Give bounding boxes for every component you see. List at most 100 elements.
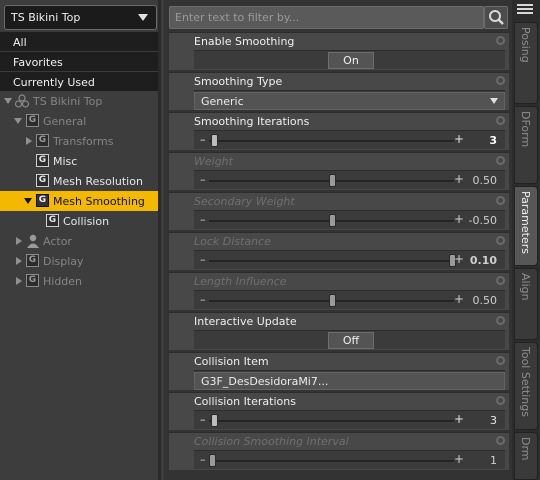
tab-dform[interactable]: DForm xyxy=(514,106,538,184)
pane-menu-icon[interactable] xyxy=(517,4,533,16)
gear-icon[interactable] xyxy=(496,436,505,445)
node-selector-dropdown[interactable]: TS Bikini Top xyxy=(4,5,157,30)
tree-item-hidden[interactable]: G Hidden xyxy=(0,271,158,291)
slider-track[interactable] xyxy=(209,260,454,262)
gear-icon[interactable] xyxy=(496,156,505,165)
decrement-button[interactable]: – xyxy=(200,413,206,426)
increment-button[interactable]: + xyxy=(454,292,464,306)
increment-button[interactable]: + xyxy=(454,252,464,266)
expand-icon[interactable] xyxy=(16,277,22,285)
interactive-update-toggle[interactable]: Off xyxy=(328,332,374,349)
tab-parameters[interactable]: Parameters xyxy=(514,186,538,266)
tree-item-misc[interactable]: G Misc xyxy=(0,151,158,171)
expand-icon[interactable] xyxy=(14,118,22,124)
tab-label: Align xyxy=(519,273,532,301)
tree-item-transforms[interactable]: G Transforms xyxy=(0,131,158,151)
tree-item-actor[interactable]: Actor xyxy=(0,231,158,251)
filter-search-input[interactable]: Enter text to filter by... xyxy=(169,6,484,29)
slider-thumb[interactable] xyxy=(329,294,336,307)
slider-thumb[interactable] xyxy=(211,414,219,427)
slider-thumb[interactable] xyxy=(211,134,219,147)
param-value[interactable]: -0.50 xyxy=(469,214,497,227)
tree-item-root[interactable]: TS Bikini Top xyxy=(0,91,158,111)
param-collision-smoothing-interval: Collision Smoothing Interval – + 1 xyxy=(169,432,509,470)
slider-thumb[interactable] xyxy=(329,214,336,227)
slider-track[interactable] xyxy=(209,420,454,422)
smoothing-type-select[interactable]: Generic xyxy=(194,92,505,110)
param-label: Weight xyxy=(194,155,233,168)
tab-posing[interactable]: Posing xyxy=(514,22,538,104)
group-icon: G xyxy=(26,254,39,267)
group-icon: G xyxy=(26,274,39,287)
tree-item-label: Misc xyxy=(53,155,78,168)
tree-item-general[interactable]: G General xyxy=(0,111,158,131)
group-icon: G xyxy=(36,134,49,147)
tab-tool-settings[interactable]: Tool Settings xyxy=(514,342,538,430)
param-enable-smoothing: Enable Smoothing On xyxy=(169,32,509,70)
gear-icon[interactable] xyxy=(496,236,505,245)
tree-item-display[interactable]: G Display xyxy=(0,251,158,271)
parameters-list: Enter text to filter by... Enable Smooth… xyxy=(164,0,512,480)
search-button[interactable] xyxy=(484,6,508,29)
expand-icon[interactable] xyxy=(16,237,22,245)
filter-favorites[interactable]: Favorites xyxy=(0,51,158,71)
tree-item-collision[interactable]: G Collision xyxy=(0,211,158,231)
param-value[interactable]: 3 xyxy=(489,134,497,147)
increment-button[interactable]: + xyxy=(454,452,464,466)
increment-button[interactable]: + xyxy=(454,412,464,426)
expand-icon[interactable] xyxy=(16,257,22,265)
param-value[interactable]: 0.50 xyxy=(473,294,498,307)
param-value[interactable]: 0.10 xyxy=(470,254,497,267)
decrement-button[interactable]: – xyxy=(200,133,206,146)
param-label: Interactive Update xyxy=(194,315,297,328)
tree-item-label: Hidden xyxy=(43,275,83,288)
tab-drm[interactable]: Drm xyxy=(514,432,538,480)
filter-currently-used[interactable]: Currently Used xyxy=(0,71,158,91)
tree-item-label: Collision xyxy=(63,215,110,228)
slider-track[interactable] xyxy=(209,460,454,462)
tree-item-label: Display xyxy=(43,255,84,268)
increment-button[interactable]: + xyxy=(454,132,464,146)
decrement-button[interactable]: – xyxy=(200,173,206,186)
increment-button[interactable]: + xyxy=(454,212,464,226)
gear-icon[interactable] xyxy=(496,356,505,365)
chevron-down-icon xyxy=(490,98,498,104)
select-value: G3F_DesDesidoraMi7... xyxy=(201,375,329,388)
gear-icon[interactable] xyxy=(496,396,505,405)
decrement-button[interactable]: – xyxy=(200,453,206,466)
param-lock-distance: Lock Distance – + 0.10 xyxy=(169,232,509,270)
tab-label: DForm xyxy=(519,111,532,148)
expand-icon[interactable] xyxy=(24,198,32,204)
decrement-button[interactable]: – xyxy=(200,293,206,306)
tab-label: Drm xyxy=(519,437,532,461)
gear-icon[interactable] xyxy=(496,196,505,205)
gear-icon[interactable] xyxy=(496,76,505,85)
gear-icon[interactable] xyxy=(496,276,505,285)
slider-thumb[interactable] xyxy=(209,454,216,467)
gear-icon[interactable] xyxy=(496,36,505,45)
tab-align[interactable]: Align xyxy=(514,268,538,340)
tree-item-mesh-resolution[interactable]: G Mesh Resolution xyxy=(0,171,158,191)
expand-icon[interactable] xyxy=(4,98,12,104)
param-value[interactable]: 0.50 xyxy=(473,174,498,187)
tree-item-label: Actor xyxy=(43,235,72,248)
gear-icon[interactable] xyxy=(496,116,505,125)
decrement-button[interactable]: – xyxy=(200,213,206,226)
figure-node-icon xyxy=(14,94,30,108)
enable-smoothing-toggle[interactable]: On xyxy=(328,52,374,69)
param-label: Secondary Weight xyxy=(194,195,295,208)
param-value[interactable]: 3 xyxy=(490,414,497,427)
param-label: Smoothing Type xyxy=(194,75,283,88)
group-icon: G xyxy=(46,214,59,227)
expand-icon[interactable] xyxy=(26,137,32,145)
slider-track[interactable] xyxy=(209,140,454,142)
slider-thumb[interactable] xyxy=(329,174,336,187)
param-label: Length Influence xyxy=(194,275,287,288)
filter-all[interactable]: All xyxy=(0,31,158,51)
param-value[interactable]: 1 xyxy=(490,454,497,467)
gear-icon[interactable] xyxy=(496,316,505,325)
collision-item-select[interactable]: G3F_DesDesidoraMi7... xyxy=(194,372,505,390)
increment-button[interactable]: + xyxy=(454,172,464,186)
tree-item-mesh-smoothing[interactable]: G Mesh Smoothing xyxy=(0,191,158,211)
decrement-button[interactable]: – xyxy=(200,253,206,266)
